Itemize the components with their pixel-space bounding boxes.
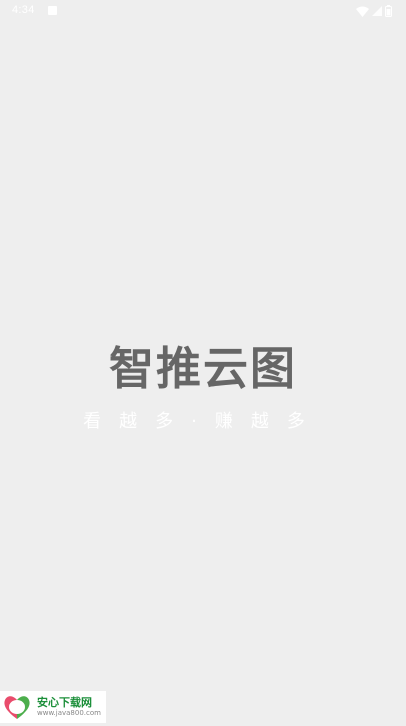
app-title: 智推云图 <box>108 342 297 395</box>
app-slogan: 看越多·赚越多 <box>83 411 323 432</box>
watermark-name: 安心下载网 <box>37 696 92 709</box>
signal-icon <box>372 6 382 16</box>
watermark-url: www.java800.com <box>37 709 101 717</box>
notification-icon <box>48 6 57 15</box>
status-bar: 4:34 <box>0 0 406 22</box>
watermark-badge: 安心下载网 www.java800.com <box>0 691 106 723</box>
wifi-icon <box>356 6 369 17</box>
battery-icon <box>385 5 392 17</box>
status-icons <box>356 4 392 18</box>
status-time: 4:34 <box>12 4 35 16</box>
heart-logo-icon <box>2 692 32 722</box>
